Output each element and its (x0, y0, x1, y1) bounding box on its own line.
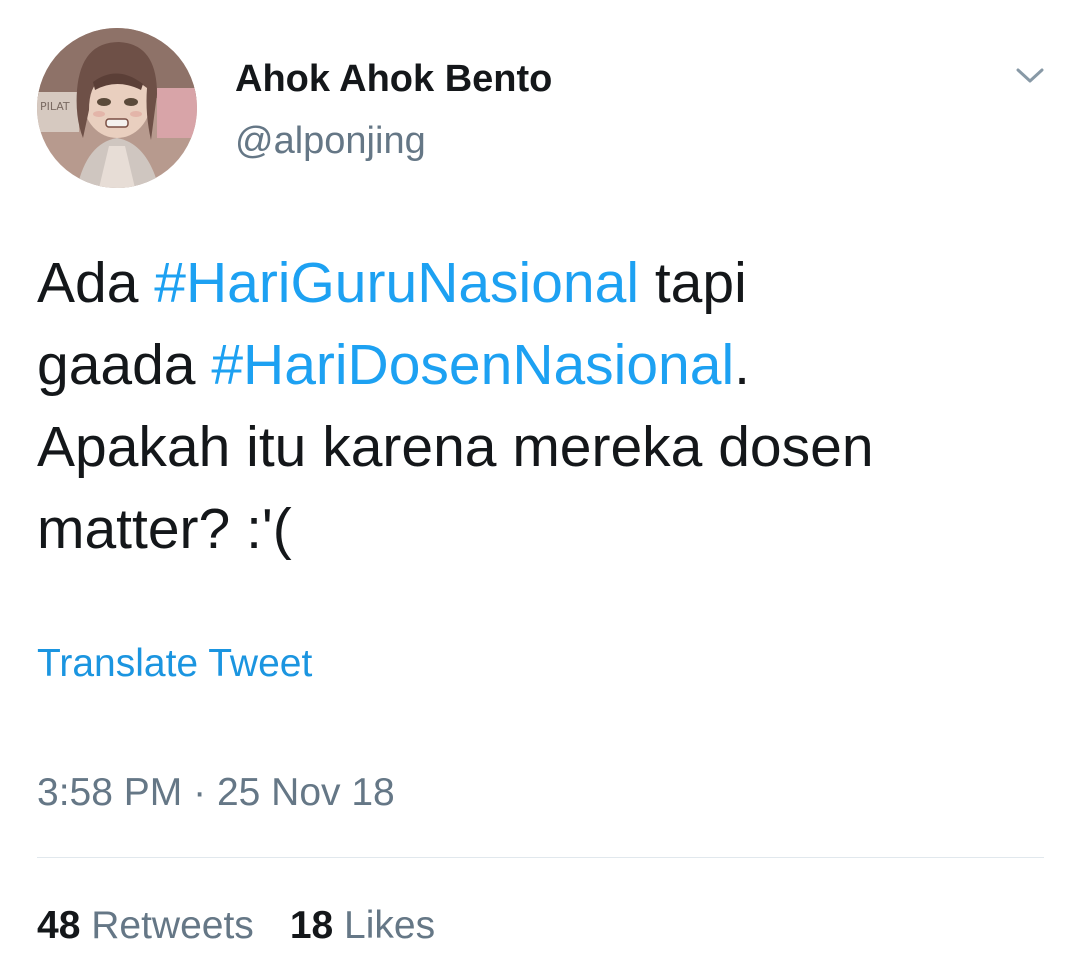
retweets-count: 48 (37, 904, 81, 947)
translate-tweet-link[interactable]: Translate Tweet (37, 642, 312, 686)
tweet-line: Apakah itu karena mereka dosen (37, 406, 1047, 488)
tweet-text-segment: matter? :'( (37, 497, 292, 561)
tweet-date: 25 Nov 18 (216, 771, 395, 814)
tweet-time: 3:58 PM (37, 771, 183, 814)
avatar[interactable]: PILAT (37, 28, 197, 188)
avatar-image: PILAT (37, 28, 197, 188)
hashtag-link[interactable]: #HariGuruNasional (154, 251, 639, 315)
hashtag-link[interactable]: #HariDosenNasional (211, 333, 734, 397)
tweet-text-segment: . (734, 333, 750, 397)
chevron-down-icon[interactable] (1010, 55, 1050, 95)
divider (37, 857, 1044, 858)
likes-label: Likes (344, 904, 436, 947)
tweet-text: Ada #HariGuruNasional tapi gaada #HariDo… (37, 242, 1047, 570)
tweet-stats: 48 Retweets 18 Likes (37, 904, 471, 948)
retweets-label: Retweets (91, 904, 254, 947)
timestamp-separator: · (193, 771, 207, 814)
display-name[interactable]: Ahok Ahok Bento (235, 58, 552, 101)
tweet-line: Ada #HariGuruNasional tapi (37, 242, 1047, 324)
likes-stat[interactable]: 18 Likes (290, 904, 435, 947)
tweet-timestamp[interactable]: 3:58 PM · 25 Nov 18 (37, 771, 395, 815)
tweet-text-segment: Apakah itu karena mereka dosen (37, 415, 874, 479)
likes-count: 18 (289, 904, 334, 947)
avatar-sign-text: PILAT (40, 100, 70, 113)
user-handle[interactable]: @alponjing (235, 120, 426, 163)
retweets-stat[interactable]: 48 Retweets (37, 904, 254, 947)
tweet-line: gaada #HariDosenNasional. (37, 324, 1047, 406)
tweet-text-segment: tapi (639, 251, 747, 315)
tweet-line: matter? :'( (37, 488, 1047, 570)
tweet-text-segment: Ada (37, 251, 155, 315)
tweet-text-segment: gaada (37, 333, 212, 397)
tweet-card: PILAT Ahok Ahok Bento @alponjing Ada #Ha… (0, 0, 1080, 973)
